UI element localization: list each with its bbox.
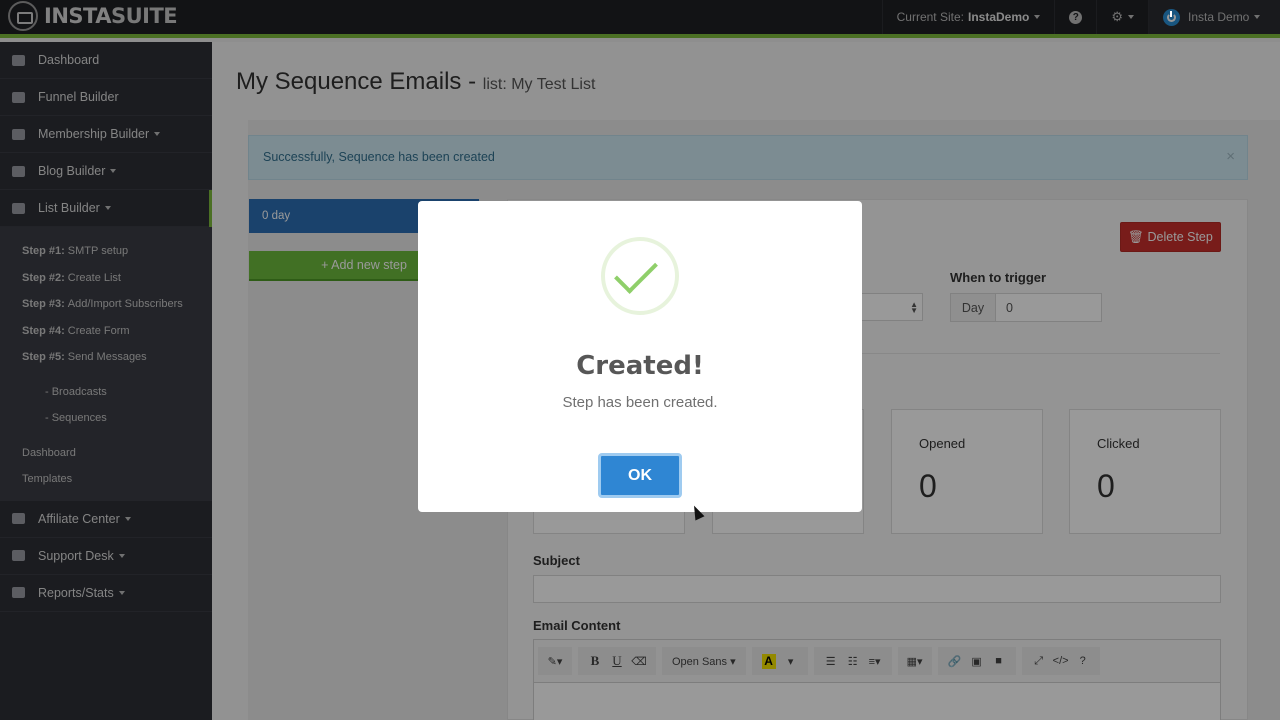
modal-message: Step has been created.	[562, 394, 718, 411]
success-modal: Created! Step has been created. OK	[418, 201, 862, 512]
modal-title: Created!	[576, 351, 704, 381]
ok-button[interactable]: OK	[598, 453, 682, 498]
success-check-icon	[601, 237, 679, 315]
